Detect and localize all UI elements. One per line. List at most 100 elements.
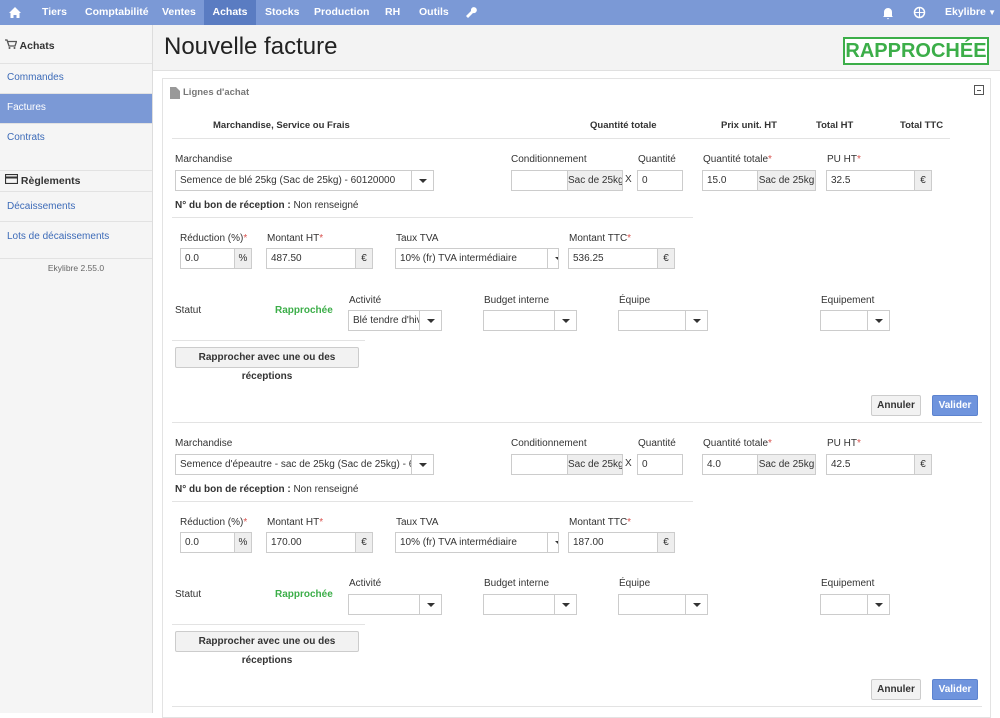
chevron-down-icon — [554, 595, 576, 614]
cancel-button[interactable]: Annuler — [871, 679, 921, 700]
nav-stocks[interactable]: Stocks — [265, 0, 299, 25]
percent-addon: % — [234, 248, 252, 269]
reconcile-button[interactable]: Rapprocher avec une ou des réceptions — [175, 631, 359, 666]
chevron-down-icon — [411, 171, 433, 190]
divider — [172, 624, 365, 625]
team-label: Équipe — [619, 578, 651, 589]
merchandise-select[interactable]: Semence d'épeautre - sac de 25kg (Sac de… — [175, 454, 434, 475]
sidebar-item-decaissements[interactable]: Décaissements — [0, 191, 152, 221]
sidebar-item-commandes[interactable]: Commandes — [0, 63, 152, 93]
euro-addon: € — [657, 248, 675, 269]
chevron-down-icon: ▼ — [985, 8, 996, 17]
sidebar-section-achats: Achats — [0, 39, 152, 63]
budget-select[interactable] — [483, 594, 577, 615]
home-icon[interactable] — [8, 0, 24, 25]
unit-price-input[interactable]: 42.5 — [826, 454, 915, 475]
unit-price-label: PU HT* — [827, 154, 861, 165]
top-navbar: Tiers Comptabilité Ventes Achats Stocks … — [0, 0, 1000, 25]
total-quantity-label: Quantité totale* — [703, 154, 772, 165]
team-select[interactable] — [618, 310, 708, 331]
panel-title: Lignes d'achat — [183, 87, 250, 98]
merchandise-value: Semence d'épeautre - sac de 25kg (Sac de… — [180, 459, 434, 470]
quantity-input[interactable]: 0 — [637, 170, 683, 191]
discount-input[interactable]: 0.0 — [180, 248, 235, 269]
collapse-icon[interactable] — [974, 85, 984, 95]
team-select[interactable] — [618, 594, 708, 615]
chevron-down-icon — [547, 533, 558, 552]
chevron-down-icon — [547, 249, 558, 268]
total-quantity-input[interactable]: 4.0 — [702, 454, 758, 475]
nav-production[interactable]: Production — [314, 0, 369, 25]
validate-button[interactable]: Valider — [932, 679, 978, 700]
vat-value: 10% (fr) TVA intermédiaire — [400, 253, 517, 264]
vat-value: 10% (fr) TVA intermédiaire — [400, 537, 517, 548]
wrench-icon[interactable] — [466, 0, 480, 25]
chevron-down-icon — [411, 455, 433, 474]
packaging-unit: Sac de 25kg — [567, 170, 623, 191]
amount-ttc-input[interactable]: 536.25 — [568, 248, 658, 269]
chevron-down-icon — [554, 311, 576, 330]
quantity-input[interactable]: 0 — [637, 454, 683, 475]
discount-label: Réduction (%)* — [180, 517, 248, 528]
budget-label: Budget interne — [484, 578, 550, 589]
activity-select[interactable]: Blé tendre d'hiv — [348, 310, 442, 331]
nav-outils[interactable]: Outils — [419, 0, 449, 25]
nav-ventes[interactable]: Ventes — [162, 0, 196, 25]
divider — [172, 217, 693, 218]
col-total-ht: Total HT — [816, 120, 854, 131]
reconcile-button[interactable]: Rapprocher avec une ou des réceptions — [175, 347, 359, 382]
merchandise-select[interactable]: Semence de blé 25kg (Sac de 25kg) - 6012… — [175, 170, 434, 191]
bell-icon[interactable] — [882, 0, 896, 25]
team-label: Équipe — [619, 295, 651, 306]
equipment-label: Equipement — [821, 295, 875, 306]
amount-ttc-input[interactable]: 187.00 — [568, 532, 658, 553]
receipt-info: N° du bon de réception : Non renseigné — [175, 200, 359, 211]
merchandise-label: Marchandise — [175, 438, 233, 449]
amount-ht-input[interactable]: 170.00 — [266, 532, 356, 553]
discount-input[interactable]: 0.0 — [180, 532, 235, 553]
col-merchandise: Marchandise, Service ou Frais — [213, 120, 350, 131]
nav-tiers[interactable]: Tiers — [42, 0, 67, 25]
euro-addon: € — [355, 248, 373, 269]
unit-price-input[interactable]: 32.5 — [826, 170, 915, 191]
chevron-down-icon — [419, 311, 441, 330]
packaging-input[interactable] — [511, 454, 568, 475]
chevron-down-icon — [685, 595, 707, 614]
quantity-label: Quantité — [638, 438, 676, 449]
sidebar-item-lots-decaissements[interactable]: Lots de décaissements — [0, 221, 152, 251]
unit-price-label: PU HT* — [827, 438, 861, 449]
chevron-down-icon — [867, 311, 889, 330]
status-value: Rapprochée — [275, 305, 333, 316]
vat-select[interactable]: 10% (fr) TVA intermédiaire — [395, 532, 559, 553]
vat-select[interactable]: 10% (fr) TVA intermédiaire — [395, 248, 559, 269]
app-version: Ekylibre 2.55.0 — [0, 258, 152, 273]
sidebar: Achats Commandes Factures Contrats Règle… — [0, 25, 153, 713]
divider — [172, 138, 950, 139]
user-menu[interactable]: Ekylibre ▼ — [945, 0, 996, 25]
total-quantity-input[interactable]: 15.0 — [702, 170, 758, 191]
packaging-input[interactable] — [511, 170, 568, 191]
budget-select[interactable] — [483, 310, 577, 331]
budget-label: Budget interne — [484, 295, 550, 306]
sidebar-item-factures[interactable]: Factures — [0, 93, 152, 123]
euro-addon: € — [914, 454, 932, 475]
amount-ttc-label: Montant TTC* — [569, 517, 632, 528]
nav-rh[interactable]: RH — [385, 0, 400, 25]
cart-icon — [5, 39, 20, 52]
nav-comptabilite[interactable]: Comptabilité — [85, 0, 149, 25]
globe-icon[interactable] — [913, 0, 927, 25]
chevron-down-icon — [685, 311, 707, 330]
amount-ht-label: Montant HT* — [267, 233, 324, 244]
sidebar-item-contrats[interactable]: Contrats — [0, 123, 152, 153]
amount-ht-input[interactable]: 487.50 — [266, 248, 356, 269]
activity-select[interactable] — [348, 594, 442, 615]
equipment-select[interactable] — [820, 310, 890, 331]
chevron-down-icon — [419, 595, 441, 614]
packaging-label: Conditionnement — [511, 154, 587, 165]
cancel-button[interactable]: Annuler — [871, 395, 921, 416]
receipt-info: N° du bon de réception : Non renseigné — [175, 484, 359, 495]
validate-button[interactable]: Valider — [932, 395, 978, 416]
euro-addon: € — [914, 170, 932, 191]
equipment-select[interactable] — [820, 594, 890, 615]
nav-achats[interactable]: Achats — [204, 0, 256, 25]
